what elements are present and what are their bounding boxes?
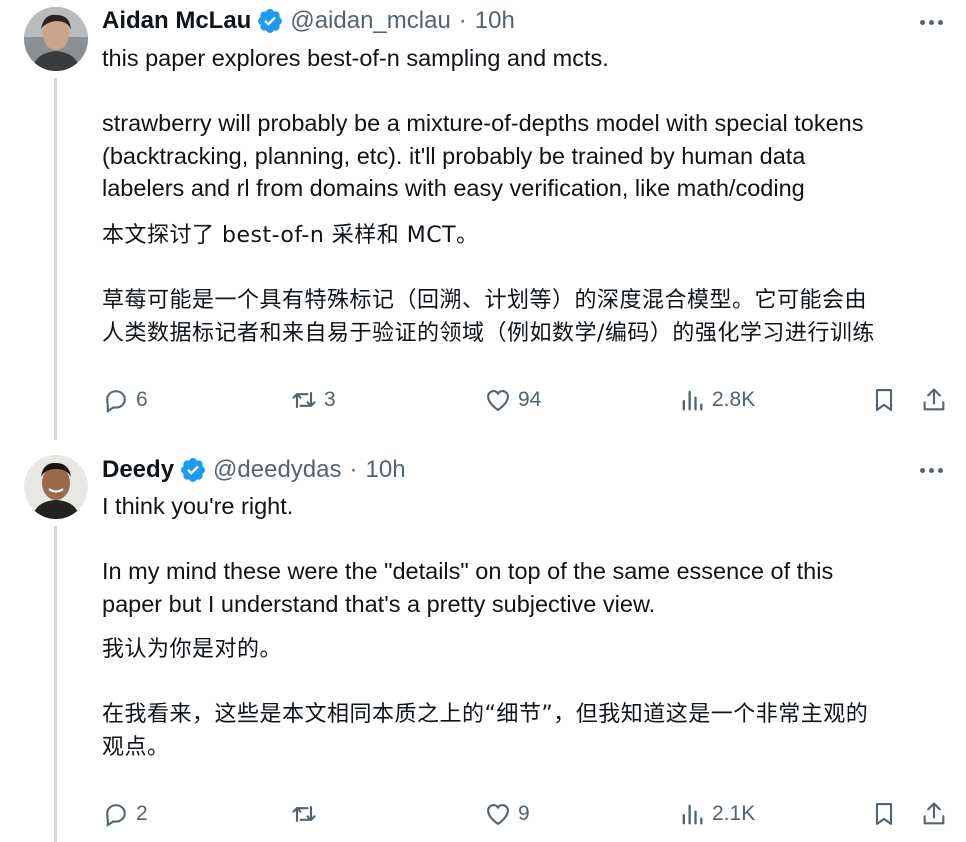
timestamp[interactable]: 10h bbox=[366, 456, 406, 484]
tweet-line: I think you're right. bbox=[102, 493, 294, 519]
bookmark-icon bbox=[875, 803, 893, 825]
tweet-header: Deedy @deedydas · 10h bbox=[102, 454, 406, 486]
translation-text: 我认为你是对的。 在我看来，这些是本文相同本质之上的“细节”，但我知道这是一个非… bbox=[102, 634, 952, 764]
like-button[interactable]: 94 bbox=[484, 380, 541, 420]
avatar[interactable] bbox=[24, 7, 88, 71]
tweet[interactable]: Aidan McLau @aidan_mclau · 10h this pape… bbox=[0, 0, 966, 440]
action-bar: 2 9 2.1K bbox=[0, 794, 966, 834]
repost-count: 3 bbox=[324, 388, 336, 411]
like-count: 9 bbox=[518, 802, 530, 825]
views-button[interactable]: 2.8K bbox=[678, 380, 755, 420]
verified-badge-icon bbox=[258, 9, 283, 33]
reply-button[interactable]: 2 bbox=[102, 794, 148, 834]
tweet-line bbox=[102, 75, 952, 108]
views-count: 2.1K bbox=[712, 802, 756, 825]
separator-dot: · bbox=[349, 456, 358, 483]
repost-button[interactable]: 3 bbox=[290, 380, 336, 420]
reply-icon bbox=[106, 390, 126, 414]
heart-icon bbox=[487, 389, 509, 412]
share-button[interactable] bbox=[920, 794, 948, 834]
tweet-text: I think you're right. In my mind these w… bbox=[102, 490, 952, 620]
reply-icon bbox=[106, 804, 126, 828]
reply-count: 6 bbox=[136, 388, 148, 411]
translation-line: 本文探讨了 best-of-n 采样和 MCT。 bbox=[102, 223, 479, 248]
share-button[interactable] bbox=[920, 380, 948, 420]
action-bar: 6 3 94 2.8K bbox=[0, 380, 966, 420]
tweet-line: labelers and rl from domains with easy v… bbox=[102, 175, 805, 201]
author-handle[interactable]: @deedydas bbox=[213, 456, 341, 484]
separator-dot: · bbox=[458, 7, 467, 34]
views-count: 2.8K bbox=[712, 388, 756, 411]
timestamp[interactable]: 10h bbox=[475, 7, 515, 35]
reply-count: 2 bbox=[136, 802, 148, 825]
verified-badge-icon bbox=[181, 458, 206, 482]
more-icon[interactable] bbox=[916, 455, 946, 485]
translation-line bbox=[102, 253, 952, 286]
like-button[interactable]: 9 bbox=[484, 794, 530, 834]
translation-line: 草莓可能是一个具有特殊标记（回溯、计划等）的深度混合模型。它可能会由 bbox=[102, 288, 868, 313]
views-button[interactable]: 2.1K bbox=[678, 794, 755, 834]
more-icon[interactable] bbox=[916, 7, 946, 37]
translation-line: 观点。 bbox=[102, 734, 170, 760]
tweet[interactable]: Deedy @deedydas · 10h I think you're rig… bbox=[0, 440, 966, 842]
tweet-header: Aidan McLau @aidan_mclau · 10h bbox=[102, 5, 515, 37]
tweet-line: (backtracking, planning, etc). it'll pro… bbox=[102, 142, 806, 169]
translation-line bbox=[102, 667, 952, 700]
author-handle[interactable]: @aidan_mclau bbox=[290, 7, 450, 35]
tweet-line: strawberry will probably be a mixture-of… bbox=[102, 110, 864, 136]
tweet-text: this paper explores best-of-n sampling a… bbox=[102, 42, 952, 205]
heart-icon bbox=[487, 803, 509, 826]
tweet-line: this paper explores best-of-n sampling a… bbox=[102, 45, 609, 71]
views-icon bbox=[682, 804, 703, 825]
like-count: 94 bbox=[518, 388, 542, 411]
tweet-line: paper but I understand that's a pretty s… bbox=[102, 590, 656, 617]
bookmark-icon bbox=[875, 389, 893, 411]
reply-button[interactable]: 6 bbox=[102, 380, 148, 420]
share-icon bbox=[923, 388, 945, 411]
tweet-line bbox=[102, 523, 952, 556]
avatar[interactable] bbox=[24, 455, 88, 519]
share-icon bbox=[923, 802, 945, 825]
bookmark-button[interactable] bbox=[870, 380, 898, 420]
tweet-line: In my mind these were the "details" on t… bbox=[102, 558, 834, 584]
bookmark-button[interactable] bbox=[870, 794, 898, 834]
translation-line: 我认为你是对的。 bbox=[102, 637, 283, 662]
author-name[interactable]: Deedy bbox=[102, 456, 174, 484]
repost-icon bbox=[292, 391, 316, 409]
views-icon bbox=[682, 390, 703, 411]
repost-button[interactable] bbox=[290, 794, 324, 834]
repost-icon bbox=[292, 805, 316, 823]
translation-text: 本文探讨了 best-of-n 采样和 MCT。 草莓可能是一个具有特殊标记（回… bbox=[102, 220, 952, 350]
translation-line: 在我看来，这些是本文相同本质之上的“细节”，但我知道这是一个非常主观的 bbox=[102, 702, 869, 727]
translation-line: 人类数据标记者和来自易于验证的领域（例如数学/编码）的强化学习进行训练 bbox=[102, 320, 875, 346]
author-name[interactable]: Aidan McLau bbox=[102, 7, 251, 35]
